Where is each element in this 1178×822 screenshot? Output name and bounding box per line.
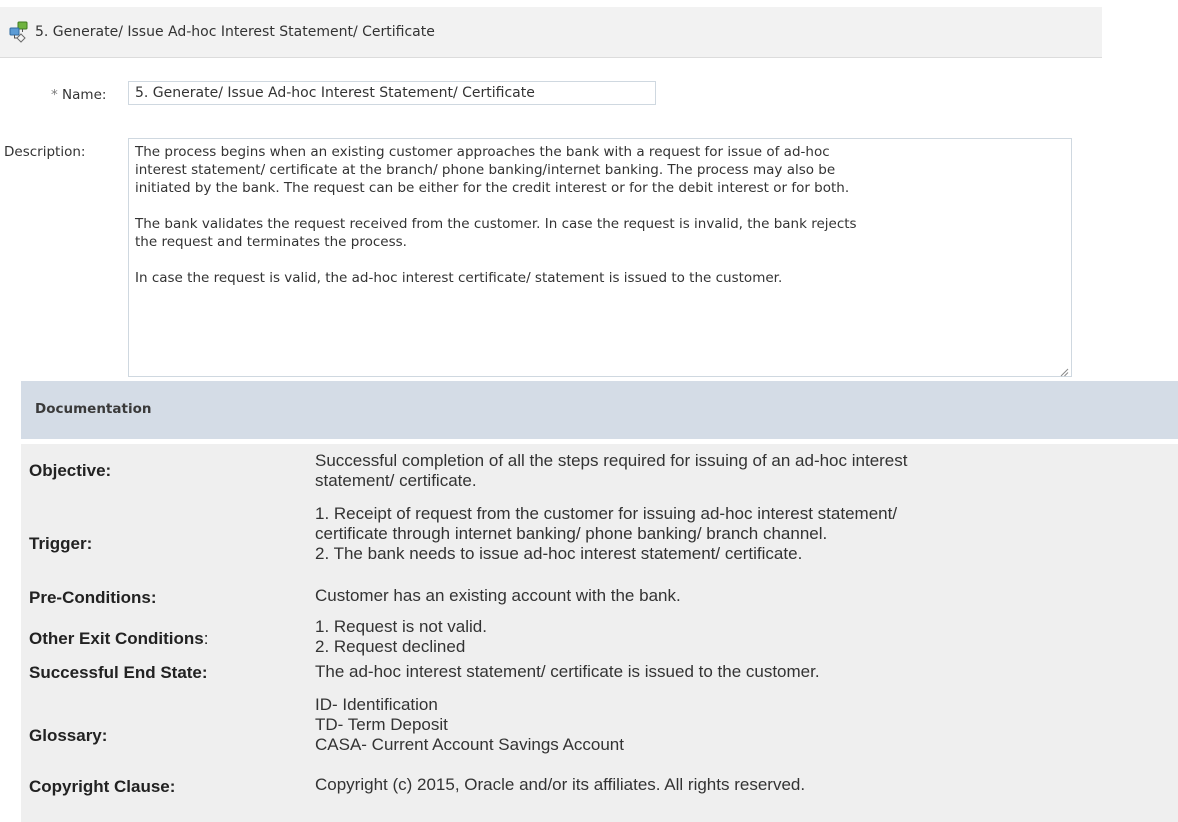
description-line: the request and terminates the process.	[135, 234, 407, 250]
documentation-value-line: The ad-hoc interest statement/ certifica…	[315, 662, 820, 681]
documentation-key-text: Objective:	[29, 461, 112, 480]
required-mark: *	[51, 87, 58, 103]
documentation-value: Successful completion of all the steps r…	[315, 451, 1165, 491]
documentation-value-line: ID- Identification	[315, 695, 438, 714]
documentation-value-line: 1. Receipt of request from the customer …	[315, 504, 898, 523]
documentation-key: Successful End State:	[29, 663, 208, 683]
documentation-value: 1. Receipt of request from the customer …	[315, 504, 1165, 564]
documentation-value-line: 1. Request is not valid.	[315, 617, 487, 636]
documentation-key: Pre-Conditions:	[29, 588, 157, 608]
documentation-value: The ad-hoc interest statement/ certifica…	[315, 662, 1165, 682]
documentation-key-text: Copyright Clause:	[29, 777, 176, 796]
documentation-key-suffix: :	[203, 629, 209, 648]
documentation-value-line: CASA- Current Account Savings Account	[315, 735, 624, 754]
documentation-key: Copyright Clause:	[29, 777, 175, 797]
description-label: Description:	[4, 144, 86, 160]
documentation-panel-header[interactable]: Documentation	[21, 381, 1178, 439]
documentation-key-text: Glossary:	[29, 726, 108, 745]
page: 5. Generate/ Issue Ad-hoc Interest State…	[0, 0, 1178, 822]
documentation-key: Other Exit Conditions:	[29, 629, 208, 649]
description-paragraph: In case the request is valid, the ad-hoc…	[135, 269, 1063, 287]
resize-handle-icon[interactable]	[1059, 364, 1069, 377]
documentation-value-line: Successful completion of all the steps r…	[315, 451, 908, 470]
description-textarea[interactable]: The process begins when an existing cust…	[128, 138, 1072, 377]
documentation-value: Copyright (c) 2015, Oracle and/or its af…	[315, 775, 1165, 795]
documentation-value-line: 2. Request declined	[315, 637, 466, 656]
description-line: initiated by the bank. The request can b…	[135, 180, 850, 196]
documentation-value: ID- Identification TD- Term Deposit CASA- …	[315, 695, 1165, 755]
documentation-value-line: Customer has an existing account with th…	[315, 586, 681, 605]
documentation-key: Objective:	[29, 461, 111, 481]
documentation-value-line: certificate through internet banking/ ph…	[315, 524, 828, 543]
documentation-panel-body: Objective: Successful completion of all t…	[21, 444, 1178, 822]
page-title: 5. Generate/ Issue Ad-hoc Interest State…	[35, 24, 435, 40]
header-bar: 5. Generate/ Issue Ad-hoc Interest State…	[0, 7, 1102, 58]
process-flow-icon	[9, 21, 31, 43]
documentation-value-line: TD- Term Deposit	[315, 715, 448, 734]
description-paragraph: The process begins when an existing cust…	[135, 143, 1063, 197]
documentation-title: Documentation	[35, 401, 152, 417]
name-label-text: Name:	[62, 87, 107, 103]
documentation-value-line: Copyright (c) 2015, Oracle and/or its af…	[315, 775, 806, 794]
documentation-value: Customer has an existing account with th…	[315, 586, 1165, 606]
documentation-key-text: Successful End State:	[29, 663, 208, 682]
description-line: interest statement/ certificate at the b…	[135, 162, 836, 178]
documentation-key-text: Other Exit Conditions	[29, 629, 204, 648]
documentation-key-text: Trigger:	[29, 534, 93, 553]
documentation-key-text: Pre-Conditions:	[29, 588, 157, 607]
description-line: In case the request is valid, the ad-hoc…	[135, 270, 783, 286]
documentation-key: Glossary:	[29, 726, 107, 746]
description-line: The process begins when an existing cust…	[135, 144, 830, 160]
description-line: The bank validates the request received …	[135, 216, 857, 232]
documentation-key: Trigger:	[29, 534, 92, 554]
description-paragraph: The bank validates the request received …	[135, 215, 1063, 251]
documentation-value-line: statement/ certificate.	[315, 471, 477, 490]
documentation-value: 1. Request is not valid. 2. Request decli…	[315, 617, 1165, 657]
name-label: * Name:	[51, 87, 106, 103]
documentation-value-line: 2. The bank needs to issue ad-hoc intere…	[315, 544, 803, 563]
name-input[interactable]	[128, 81, 656, 105]
